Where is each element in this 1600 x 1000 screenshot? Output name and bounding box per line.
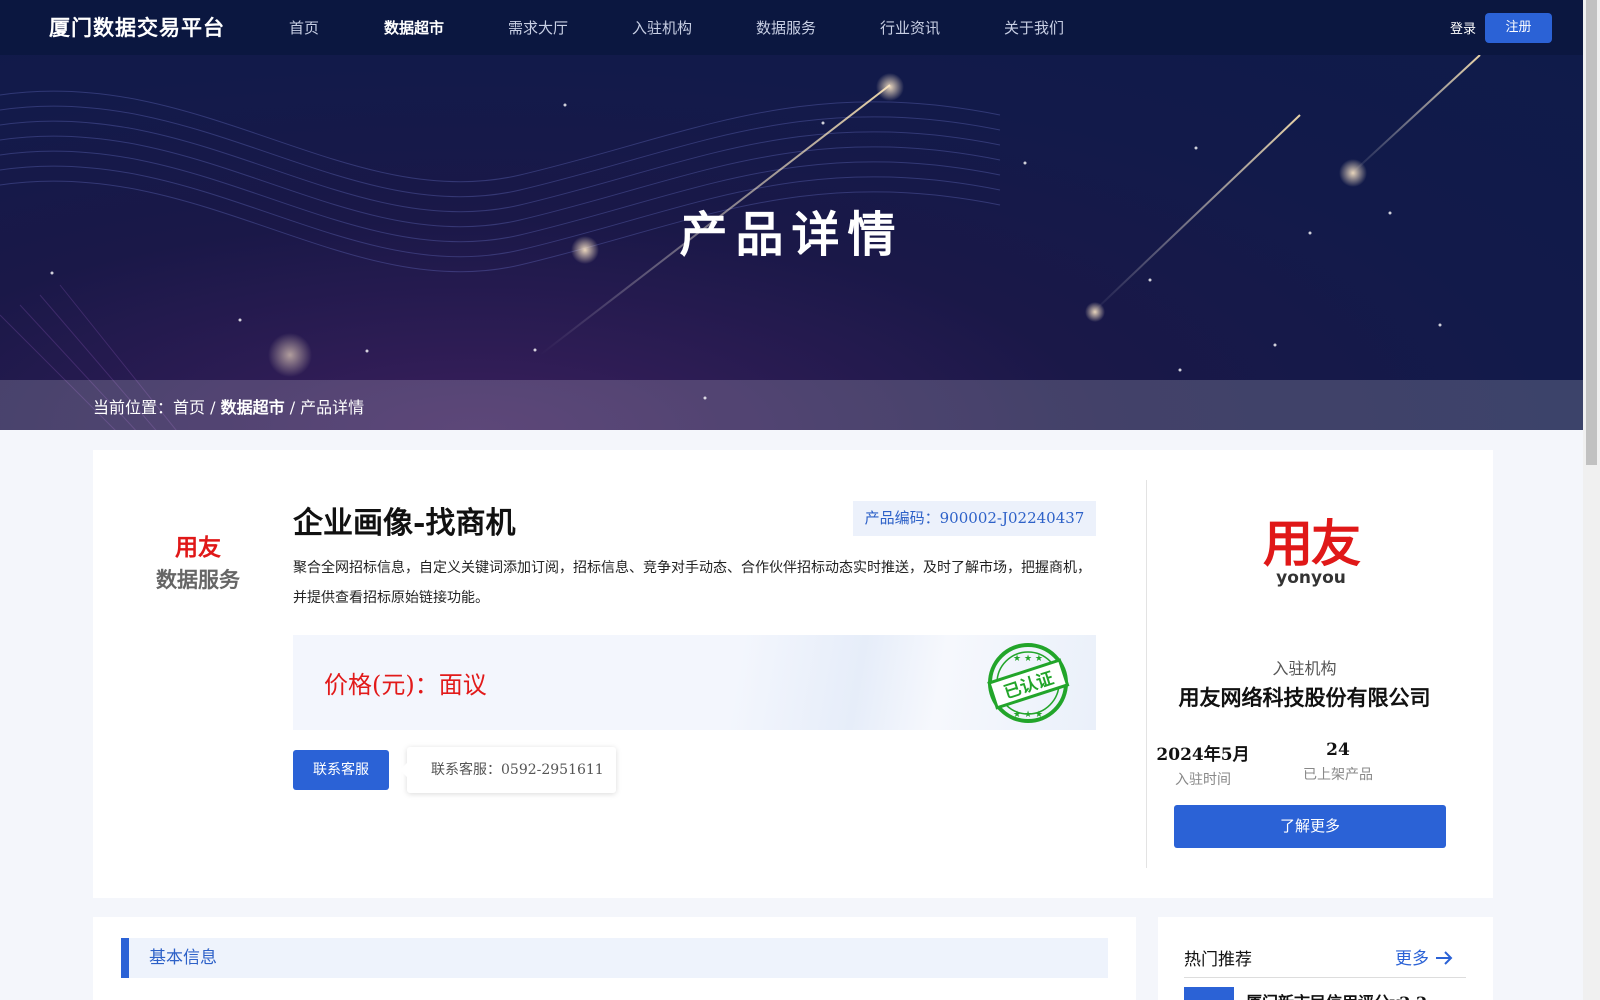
stat-listed-products: 24 已上架产品 xyxy=(1278,740,1398,784)
breadcrumb-prefix: 当前位置： xyxy=(93,398,174,417)
hot-item-title[interactable]: 厦门新市民信用评分v2.2 xyxy=(1246,989,1427,1000)
nav-item-data-market[interactable]: 数据超市 xyxy=(384,17,444,38)
product-code: 产品编码：900002-J02240437 xyxy=(853,501,1096,536)
stat-join-time: 2024年5月 入驻时间 xyxy=(1143,740,1263,789)
product-description: 聚合全网招标信息，自定义关键词添加订阅，招标信息、竞争对手动态、合作伙伴招标动态… xyxy=(293,560,1091,606)
product-logo: 用友 数据服务 xyxy=(143,528,253,594)
nav-item-demand-hall[interactable]: 需求大厅 xyxy=(508,17,568,38)
learn-more-button[interactable]: 了解更多 xyxy=(1174,805,1446,848)
page-banner: 产品详情 xyxy=(0,55,1583,430)
divider xyxy=(1184,977,1466,978)
basic-info-heading: 基本信息 xyxy=(121,938,1108,978)
listed-products-label: 已上架产品 xyxy=(1303,767,1373,783)
org-logo[interactable]: 用友 yonyou xyxy=(1241,517,1381,612)
svg-text:★ ★ ★: ★ ★ ★ xyxy=(1013,710,1043,720)
contact-service-button[interactable]: 联系客服 xyxy=(293,750,389,790)
page-scrollbar[interactable] xyxy=(1583,0,1600,1000)
register-button[interactable]: 注册 xyxy=(1485,13,1552,43)
org-label: 入驻机构 xyxy=(1272,659,1337,678)
login-link[interactable]: 登录 xyxy=(1450,18,1476,37)
divider xyxy=(1146,480,1147,868)
hot-more-label: 更多 xyxy=(1395,949,1429,969)
product-title: 企业画像-找商机 xyxy=(293,506,516,541)
top-nav-bar: 厦门数据交易平台 首页 数据超市 需求大厅 入驻机构 数据服务 行业资讯 关于我… xyxy=(0,0,1583,55)
breadcrumb-data-market[interactable]: 数据超市 xyxy=(221,398,285,417)
breadcrumb-home[interactable]: 首页 xyxy=(173,398,205,417)
join-time-label: 入驻时间 xyxy=(1175,772,1231,788)
breadcrumb-current: 产品详情 xyxy=(300,398,365,417)
nav-item-home[interactable]: 首页 xyxy=(289,17,319,38)
nav-item-industry-news[interactable]: 行业资讯 xyxy=(880,17,940,38)
banner-title: 产品详情 xyxy=(679,207,904,263)
price-panel: 价格(元)：面议 已认证 ★ ★ ★ ★ ★ ★ xyxy=(293,635,1096,730)
hot-recommend-title: 热门推荐 xyxy=(1184,950,1252,970)
contact-phone-popover: 联系客服：0592-2951611 xyxy=(400,747,616,793)
certified-stamp-icon: 已认证 ★ ★ ★ ★ ★ ★ xyxy=(987,643,1070,723)
hot-recommend-card: 热门推荐 更多 厦门新市民信用评分v2.2 xyxy=(1158,917,1493,1000)
svg-text:★ ★ ★: ★ ★ ★ xyxy=(1013,654,1043,664)
site-logo[interactable]: 厦门数据交易平台 xyxy=(49,12,225,42)
nav-item-data-services[interactable]: 数据服务 xyxy=(756,17,816,38)
product-logo-subtitle: 数据服务 xyxy=(156,568,240,592)
arrow-right-icon xyxy=(1436,951,1453,965)
breadcrumb-separator: / xyxy=(284,398,301,417)
product-price: 价格(元)：面议 xyxy=(324,671,487,699)
breadcrumb-separator: / xyxy=(205,398,221,417)
nav-item-about-us[interactable]: 关于我们 xyxy=(1004,17,1064,38)
org-logo-brand: 用友 xyxy=(1263,515,1361,573)
breadcrumb: 当前位置：首页 / 数据超市 / 产品详情 xyxy=(0,380,1583,430)
org-logo-wordmark: yonyou xyxy=(1276,568,1346,588)
org-name: 用友网络科技股份有限公司 xyxy=(1178,685,1431,710)
hot-item-thumbnail[interactable] xyxy=(1184,987,1234,1000)
listed-products-value: 24 xyxy=(1326,740,1350,760)
product-logo-brand: 用友 xyxy=(175,535,221,561)
product-detail-card: 用友 数据服务 企业画像-找商机 产品编码：900002-J02240437 聚… xyxy=(93,450,1493,898)
scrollbar-thumb[interactable] xyxy=(1586,0,1597,465)
basic-info-card: 基本信息 xyxy=(93,917,1136,1000)
nav-item-institutions[interactable]: 入驻机构 xyxy=(632,17,692,38)
hot-more-link[interactable]: 更多 xyxy=(1395,944,1454,969)
join-time-value: 2024年5月 xyxy=(1156,745,1250,765)
